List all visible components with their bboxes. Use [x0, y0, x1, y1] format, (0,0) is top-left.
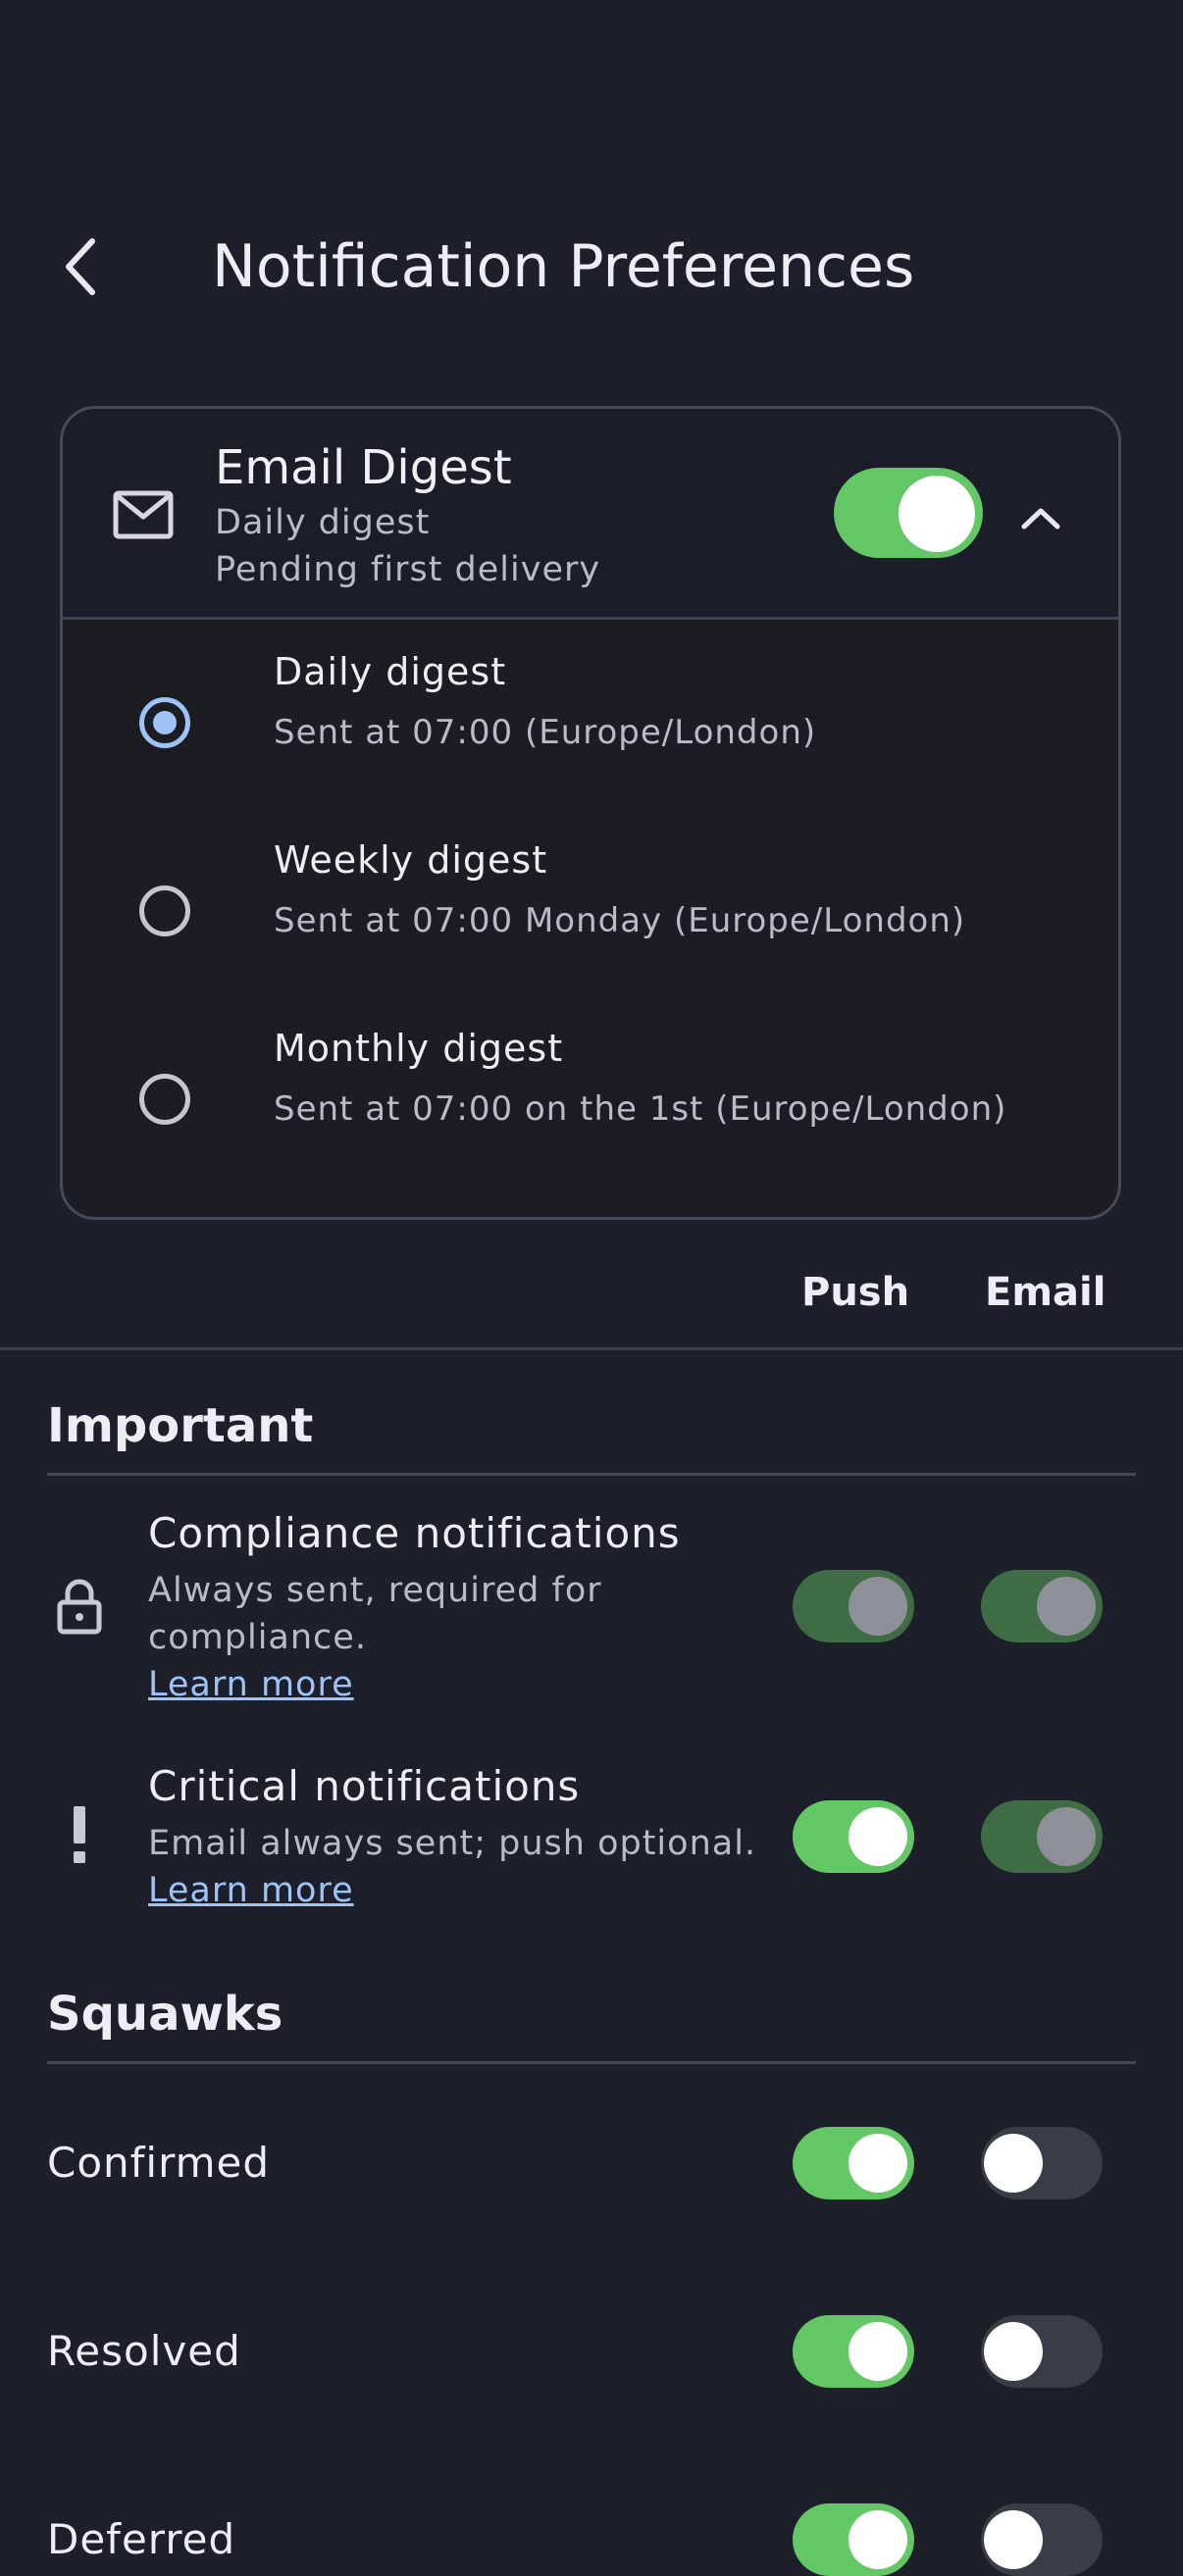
- chevron-up-icon[interactable]: [1014, 491, 1067, 544]
- critical-push-toggle[interactable]: [793, 1800, 914, 1873]
- learn-more-link[interactable]: Learn more: [148, 1867, 354, 1914]
- confirmed-email-toggle[interactable]: [981, 2127, 1103, 2199]
- squawk-row-label: Deferred: [47, 2515, 236, 2563]
- email-digest-header[interactable]: Email Digest Daily digest Pending first …: [63, 409, 1118, 620]
- learn-more-link[interactable]: Learn more: [148, 1661, 354, 1708]
- radio-button-selected[interactable]: [139, 697, 190, 748]
- option-title: Monthly digest: [274, 1027, 564, 1070]
- section-divider: [47, 1473, 1136, 1476]
- option-title: Daily digest: [274, 650, 507, 693]
- confirmed-push-toggle[interactable]: [793, 2127, 914, 2199]
- section-title-important: Important: [47, 1398, 314, 1453]
- resolved-email-toggle[interactable]: [981, 2315, 1103, 2388]
- email-digest-title: Email Digest: [215, 440, 512, 495]
- email-digest-toggle[interactable]: [834, 468, 983, 558]
- compliance-desc: compliance.: [148, 1618, 367, 1657]
- resolved-push-toggle[interactable]: [793, 2315, 914, 2388]
- exclamation-icon: [74, 1806, 85, 1863]
- deferred-email-toggle[interactable]: [981, 2503, 1103, 2576]
- option-desc: Sent at 07:00 (Europe/London): [274, 713, 817, 752]
- critical-desc: Email always sent; push optional.: [148, 1824, 757, 1863]
- compliance-desc: Always sent, required for: [148, 1571, 602, 1610]
- section-title-squawks: Squawks: [47, 1987, 283, 2042]
- lock-icon: [57, 1579, 102, 1635]
- mail-icon: [113, 490, 174, 539]
- option-desc: Sent at 07:00 Monday (Europe/London): [274, 901, 966, 940]
- section-divider: [47, 2061, 1136, 2064]
- radio-button[interactable]: [139, 885, 190, 936]
- digest-option-weekly[interactable]: Weekly digest Sent at 07:00 Monday (Euro…: [63, 833, 1118, 1009]
- page-title: Notification Preferences: [212, 232, 915, 301]
- critical-title: Critical notifications: [148, 1762, 581, 1810]
- squawk-row-label: Confirmed: [47, 2139, 271, 2187]
- option-title: Weekly digest: [274, 838, 548, 882]
- chevron-left-icon: [66, 238, 95, 295]
- column-header-email: Email: [985, 1270, 1106, 1315]
- email-digest-subtitle: Daily digest: [215, 503, 431, 542]
- email-digest-status: Pending first delivery: [215, 550, 601, 589]
- divider: [0, 1347, 1183, 1350]
- column-header-push: Push: [801, 1270, 910, 1315]
- radio-button[interactable]: [139, 1074, 190, 1125]
- option-desc: Sent at 07:00 on the 1st (Europe/London): [274, 1089, 1007, 1129]
- deferred-push-toggle[interactable]: [793, 2503, 914, 2576]
- compliance-push-toggle: [793, 1570, 914, 1642]
- compliance-title: Compliance notifications: [148, 1509, 681, 1557]
- back-button[interactable]: [55, 227, 114, 306]
- squawk-row-label: Resolved: [47, 2327, 241, 2375]
- digest-option-daily[interactable]: Daily digest Sent at 07:00 (Europe/Londo…: [63, 644, 1118, 821]
- critical-email-toggle: [981, 1800, 1103, 1873]
- email-digest-card: Email Digest Daily digest Pending first …: [60, 406, 1121, 1220]
- compliance-email-toggle: [981, 1570, 1103, 1642]
- digest-option-monthly[interactable]: Monthly digest Sent at 07:00 on the 1st …: [63, 1021, 1118, 1197]
